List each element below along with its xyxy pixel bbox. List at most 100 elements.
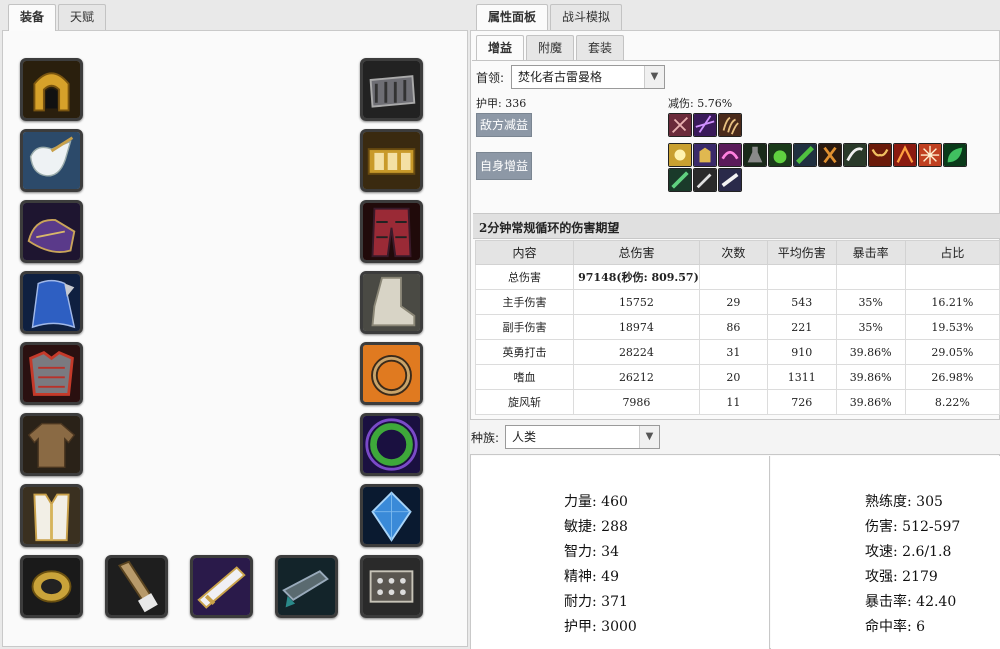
shadow-icon[interactable]	[693, 113, 717, 137]
cell: 39.86%	[835, 364, 906, 390]
horn-icon[interactable]	[843, 143, 867, 167]
col-header: 平均伤害	[766, 240, 837, 265]
cell: 543	[766, 289, 837, 315]
tabard-icon	[23, 487, 80, 544]
cell: 28224	[573, 339, 700, 365]
cell: 26212	[573, 364, 700, 390]
cell: 910	[766, 339, 837, 365]
chest-slot[interactable]	[20, 342, 83, 405]
bloodlust-icon[interactable]	[918, 143, 942, 167]
cloak-icon	[23, 274, 80, 331]
ring2-slot[interactable]	[360, 413, 423, 476]
enemy-debuff-button[interactable]: 敌方减益	[476, 113, 532, 137]
ranged-slot[interactable]	[275, 555, 338, 618]
cell: 旋风斩	[474, 389, 575, 415]
stance-icon[interactable]	[818, 143, 842, 167]
tabard-slot[interactable]	[20, 484, 83, 547]
tab-combat-sim[interactable]: 战斗模拟	[550, 4, 623, 30]
self-buff-button[interactable]: 自身增益	[476, 152, 532, 180]
trinket2-icon	[363, 558, 420, 615]
cell: 39.86%	[835, 339, 906, 365]
offhand-slot[interactable]	[190, 555, 253, 618]
cell: 97148(秒伤: 809.57)	[573, 264, 700, 290]
legs-icon	[363, 203, 420, 260]
motw-icon[interactable]	[718, 143, 742, 167]
potion-icon[interactable]	[768, 143, 792, 167]
sunder-icon[interactable]	[668, 113, 692, 137]
tab-sets[interactable]: 套装	[576, 35, 625, 60]
legs-slot[interactable]	[360, 200, 423, 263]
cell	[904, 264, 1000, 290]
stat-expertise: 熟练度: 305	[865, 494, 943, 510]
shirt-slot[interactable]	[20, 413, 83, 476]
race-select-value: 人类	[512, 430, 537, 444]
col-header: 次数	[698, 240, 768, 265]
table-row: 主手伤害 15752 29 543 35% 16.21%	[474, 289, 1000, 315]
helm-slot[interactable]	[20, 58, 83, 121]
bracer-icon	[23, 558, 80, 615]
tab-talents[interactable]: 天赋	[58, 4, 107, 30]
cell	[698, 264, 768, 290]
cell: 31	[698, 339, 768, 365]
neck-icon	[23, 132, 80, 189]
race-select[interactable]: 人类 ▼	[505, 425, 660, 449]
kings-icon[interactable]	[693, 143, 717, 167]
cell: 86	[698, 314, 768, 340]
boots-slot[interactable]	[360, 271, 423, 334]
dps-section-title: 2分钟常规循环的伤害期望	[479, 221, 620, 235]
left-tabbar: 装备 天赋	[8, 4, 107, 31]
bull-icon[interactable]	[868, 143, 892, 167]
ring-slot[interactable]	[360, 342, 423, 405]
bracer-slot[interactable]	[20, 555, 83, 618]
cell: 26.98%	[904, 364, 1000, 390]
tab-equipment[interactable]: 装备	[8, 4, 57, 31]
leaf-icon[interactable]	[943, 143, 967, 167]
shoulder-slot[interactable]	[20, 200, 83, 263]
stat-damage: 伤害: 512-597	[865, 519, 961, 535]
cell: 221	[766, 314, 837, 340]
cell: 29	[698, 289, 768, 315]
rage-icon[interactable]	[893, 143, 917, 167]
sword-icon[interactable]	[693, 168, 717, 192]
dps-section-header: 2分钟常规循环的伤害期望	[473, 213, 1000, 239]
trinket-slot[interactable]	[360, 484, 423, 547]
cell: 7986	[573, 389, 700, 415]
table-row: 英勇打击 28224 31 910 39.86% 29.05%	[474, 339, 1000, 365]
neck-slot[interactable]	[20, 129, 83, 192]
tab-enchants[interactable]: 附魔	[526, 35, 575, 60]
tree-icon[interactable]	[668, 168, 692, 192]
flask-icon[interactable]	[743, 143, 767, 167]
col-header: 暴击率	[835, 240, 906, 265]
trinket-icon	[363, 487, 420, 544]
blessing-icon[interactable]	[668, 143, 692, 167]
shirt-icon	[23, 416, 80, 473]
mainhand-slot[interactable]	[105, 555, 168, 618]
table-row: 总伤害 97148(秒伤: 809.57)	[474, 264, 1000, 290]
cell: 1311	[766, 364, 837, 390]
belt-slot[interactable]	[360, 129, 423, 192]
offhand-icon	[193, 558, 250, 615]
col-header: 内容	[474, 240, 575, 265]
gloves-slot[interactable]	[360, 58, 423, 121]
table-row: 旋风斩 7986 11 726 39.86% 8.22%	[474, 389, 1000, 415]
cell: 35%	[835, 314, 906, 340]
cell: 嗜血	[474, 364, 575, 390]
food-icon[interactable]	[793, 143, 817, 167]
claw-icon[interactable]	[718, 113, 742, 137]
cell: 726	[766, 389, 837, 415]
cell: 8.22%	[904, 389, 1000, 415]
cell: 29.05%	[904, 339, 1000, 365]
trinket2-slot[interactable]	[360, 555, 423, 618]
cloak-slot[interactable]	[20, 271, 83, 334]
stat-attack-power: 攻强: 2179	[865, 569, 938, 585]
cell: 15752	[573, 289, 700, 315]
cell: 18974	[573, 314, 700, 340]
boss-select[interactable]: 焚化者古雷曼格 ▼	[511, 65, 665, 89]
scroll-icon[interactable]	[718, 168, 742, 192]
tab-buffs[interactable]: 增益	[476, 35, 525, 61]
cell: 英勇打击	[474, 339, 575, 365]
cell: 副手伤害	[474, 314, 575, 340]
tab-attributes[interactable]: 属性面板	[476, 4, 549, 31]
stat-crit: 暴击率: 42.40	[865, 594, 957, 610]
stat-speed: 攻速: 2.6/1.8	[865, 544, 952, 560]
